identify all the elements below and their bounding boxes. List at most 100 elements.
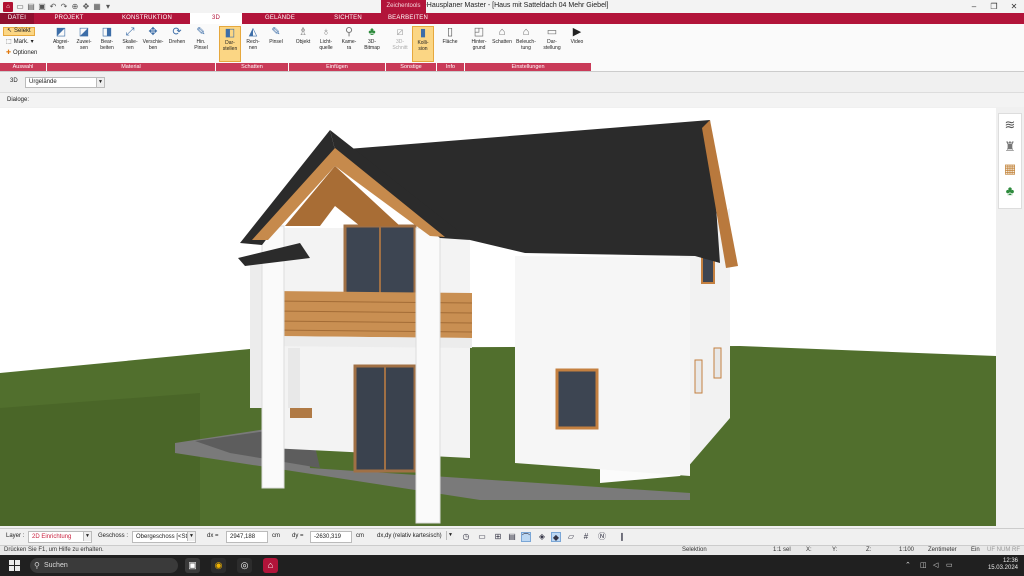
taskbar-clock[interactable]: 12:36 15.03.2024: [988, 558, 1018, 572]
info-icon[interactable]: ❙: [617, 532, 627, 542]
brush-icon: ✎: [271, 26, 281, 38]
3d-schnitt-button[interactable]: ⧄ 3D- Schnitt: [389, 26, 411, 62]
chevron-down-icon: ▼: [83, 532, 91, 541]
app-window: ⌂ ▭ ▤ ▣ ↶ ↷ ⊕ ✥ ▦ ▾ 3D-Hausplaner Master…: [0, 0, 1024, 576]
3d-viewport[interactable]: [0, 108, 996, 526]
play-icon: ▶: [572, 26, 582, 38]
kollision-button[interactable]: ▮ Kolli- sion: [412, 26, 434, 62]
layers-icon[interactable]: ≋: [999, 114, 1021, 136]
dialog-label: Dialoge:: [7, 97, 30, 103]
tab-konstruktion[interactable]: KONSTRUKTION: [104, 13, 190, 24]
slab-icon[interactable]: ◈: [537, 532, 547, 542]
bearbeiten-button[interactable]: ◨ Bear- beiten: [96, 26, 118, 62]
tab-datei[interactable]: DATEI: [0, 13, 34, 24]
maximize-button[interactable]: ❐: [984, 0, 1004, 13]
material-palette-icon[interactable]: ▦: [999, 158, 1021, 180]
zuweisen-button[interactable]: ◪ Zuwei- sen: [73, 26, 95, 62]
app-circle-icon[interactable]: ◎: [237, 558, 252, 573]
tab-bearbeiten[interactable]: BEARBEITEN: [378, 13, 438, 24]
group-schatten: ◧ Dar- stellen ◭ Rech- nen ✎ Pinsel Schatte…: [216, 24, 288, 72]
optionen-button[interactable]: ✚ Optionen: [3, 49, 40, 58]
video-button[interactable]: ▶ Video: [566, 26, 588, 62]
objekt-button[interactable]: ♗ Objekt: [292, 26, 314, 62]
dy-input[interactable]: -2630,319: [310, 531, 352, 543]
chair-icon: ♗: [298, 26, 308, 38]
terrain-layer-select[interactable]: Urgelände ▼: [25, 77, 105, 88]
dy-label: dy =: [292, 533, 304, 539]
status-ein: Ein: [971, 547, 980, 553]
side-panel: ≋ ♜ ▦ ♣: [998, 113, 1022, 209]
selekt-button[interactable]: ↖ Selekt: [3, 27, 35, 36]
geschoss-select[interactable]: Obergeschoss [<St ▼: [132, 531, 196, 543]
status-zoom: 1:100: [899, 547, 915, 553]
abgreifen-button[interactable]: ◩ Abgrei- fen: [50, 26, 72, 62]
drehen-button[interactable]: ⟳ Drehen: [166, 26, 188, 62]
volume-icon[interactable]: ◁: [933, 561, 938, 569]
mark-button[interactable]: ⬚ Mark. ▾: [3, 38, 37, 47]
group-einstellungen: ◰ Hinter- grund ⌂ Schatten ⌂ Beleuch- tung …: [465, 24, 591, 72]
terrain-icon[interactable]: ◆: [551, 532, 561, 542]
plane-icon[interactable]: ▱: [566, 532, 576, 542]
tab-gelaende[interactable]: GELÄNDE: [242, 13, 318, 24]
lichtquelle-button[interactable]: ♁ Licht- quelle: [315, 26, 337, 62]
north-icon[interactable]: Ⓝ: [597, 532, 607, 542]
collision-icon: ▮: [419, 27, 427, 39]
beleuchtung-button[interactable]: ⌂ Beleuch- tung: [515, 26, 537, 62]
snap-icon[interactable]: ⊞: [493, 532, 503, 542]
chrome-icon[interactable]: ◉: [211, 558, 226, 573]
dx-input[interactable]: 2947,188: [226, 531, 268, 543]
wall-icon[interactable]: ▤: [507, 532, 517, 542]
tree-icon[interactable]: ♣: [999, 180, 1021, 202]
3d-bitmap-button[interactable]: ♣ 3D- Bitmap: [361, 26, 383, 62]
battery-icon[interactable]: ▭: [946, 561, 953, 569]
group-info: ▯ Fläche Info: [437, 24, 464, 72]
windows-taskbar: ⚲ Suchen ▣ ◉ ◎ ⌂ ⌃ ◫ ◁ ▭ 12:36 15.03.202…: [0, 555, 1024, 576]
task-view-icon[interactable]: ▣: [185, 558, 200, 573]
tab-projekt[interactable]: PROJEKT: [34, 13, 104, 24]
coordinate-mode-select[interactable]: dx,dy (relativ kartesisch) ▼: [374, 531, 454, 543]
layer-3d-label: 3D: [10, 78, 18, 84]
column-back: [288, 348, 300, 408]
lighting-icon: ⌂: [522, 26, 530, 38]
schatten-settings-button[interactable]: ⌂ Schatten: [491, 26, 513, 62]
layer-select[interactable]: 2D Einrichtung ▼: [28, 531, 92, 543]
input-toolbar: Layer : 2D Einrichtung ▼ Geschoss : Oberg…: [0, 528, 1024, 544]
cursor-icon: ↖: [7, 28, 13, 34]
roof-snap-icon[interactable]: ⌒: [521, 532, 531, 542]
grid-icon[interactable]: #: [581, 532, 591, 542]
chevron-down-icon: ▾: [30, 39, 34, 45]
clock-icon[interactable]: ◷: [461, 532, 471, 542]
network-icon[interactable]: ◫: [920, 561, 927, 569]
rotate-icon: ⟳: [172, 26, 182, 38]
hausplaner-taskbar-icon[interactable]: ⌂: [263, 558, 278, 573]
hin-pinsel-button[interactable]: ✎ Hin. Pinsel: [190, 26, 212, 62]
darstellung-button[interactable]: ▭ Dar- stellung: [541, 26, 563, 62]
tab-sichten[interactable]: SICHTEN: [318, 13, 378, 24]
schatten-pinsel-button[interactable]: ✎ Pinsel: [265, 26, 287, 62]
house-render[interactable]: [0, 108, 996, 526]
move-arrows-icon: ✥: [148, 26, 158, 38]
area-icon: ▯: [446, 26, 454, 38]
object-catalog-icon[interactable]: ♜: [999, 136, 1021, 158]
taskbar-search[interactable]: ⚲ Suchen: [30, 558, 178, 573]
rechnen-button[interactable]: ◭ Rech- nen: [242, 26, 264, 62]
main-wall: [515, 256, 690, 476]
verschieben-button[interactable]: ✥ Verschie- ben: [142, 26, 164, 62]
chevron-up-icon[interactable]: ⌃: [905, 561, 911, 569]
screen-icon[interactable]: ▭: [477, 532, 487, 542]
context-tab-zeichentools[interactable]: Zeichentools: [381, 0, 426, 13]
skalieren-button[interactable]: ⤢ Skalie- ren: [119, 26, 141, 62]
darstellen-button[interactable]: ◧ Dar- stellen: [219, 26, 241, 62]
dx-unit: cm: [272, 533, 280, 539]
windows-start-icon[interactable]: [9, 560, 20, 571]
hintergrund-button[interactable]: ◰ Hinter- grund: [468, 26, 490, 62]
side-window: [555, 368, 599, 430]
kamera-button[interactable]: ⚲ Kame- ra: [338, 26, 360, 62]
status-y: Y:: [832, 547, 838, 553]
small-window-1: [713, 347, 722, 379]
mark-icon: ⬚: [6, 39, 12, 45]
minimize-button[interactable]: –: [964, 0, 984, 13]
tab-3d[interactable]: 3D: [190, 13, 242, 24]
close-button[interactable]: ✕: [1004, 0, 1024, 13]
flaeche-button[interactable]: ▯ Fläche: [439, 26, 461, 62]
